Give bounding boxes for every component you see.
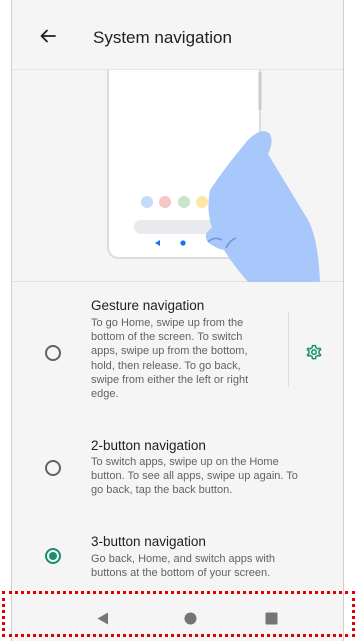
option-title: Gesture navigation: [91, 298, 205, 313]
nav-recents-button[interactable]: [265, 612, 278, 630]
description-line: hold, then release. To go back,: [91, 359, 241, 372]
description-line: swipe from either the left or right: [91, 373, 249, 386]
option-3-button-navigation[interactable]: 3-button navigation Go back, Home, and s…: [12, 524, 343, 594]
three-button-radio[interactable]: [45, 548, 61, 564]
option-description: To go Home, swipe up from the bottom of …: [91, 316, 248, 401]
system-nav-bar: [12, 596, 343, 641]
option-gesture-navigation[interactable]: Gesture navigation To go Home, swipe up …: [12, 282, 343, 407]
description-line: go back, tap the back button.: [91, 484, 233, 497]
illustration: [12, 70, 343, 282]
option-description: Go back, Home, and switch apps with butt…: [91, 552, 275, 580]
gear-icon: [306, 344, 322, 360]
page-title: System navigation: [93, 28, 232, 47]
gesture-radio[interactable]: [45, 345, 61, 361]
option-title: 3-button navigation: [91, 534, 206, 549]
description-line: buttons at the bottom of your screen.: [91, 567, 271, 580]
option-title: 2-button navigation: [91, 438, 206, 453]
back-triangle-icon: [97, 612, 108, 625]
description-line: To go Home, swipe up from the: [91, 317, 244, 329]
description-line: Go back, Home, and switch apps with: [91, 553, 276, 565]
nav-home-button[interactable]: [184, 612, 197, 630]
app-bar: System navigation: [12, 0, 343, 70]
description-line: To switch apps, swipe up on the Home: [91, 456, 279, 468]
arrow-back-icon: [40, 29, 56, 43]
two-button-radio[interactable]: [45, 460, 61, 476]
description-line: apps, swipe up from the bottom,: [91, 345, 248, 358]
description-line: edge.: [91, 388, 119, 401]
nav-back-button[interactable]: [97, 612, 109, 630]
phone-illustration: [107, 70, 320, 282]
home-circle-icon: [184, 612, 197, 625]
gesture-settings-button[interactable]: [302, 340, 326, 364]
description-line: button. To see all apps, swipe up again.…: [91, 470, 298, 483]
option-description: To switch apps, swipe up on the Home but…: [91, 455, 298, 498]
vertical-divider: [288, 312, 289, 387]
recents-square-icon: [265, 612, 278, 625]
screen: System navigation Gesture navigation To …: [11, 0, 344, 641]
option-2-button-navigation[interactable]: 2-button navigation To switch apps, swip…: [12, 407, 343, 524]
description-line: bottom of the screen. To switch: [91, 331, 243, 344]
back-button[interactable]: [34, 22, 62, 50]
